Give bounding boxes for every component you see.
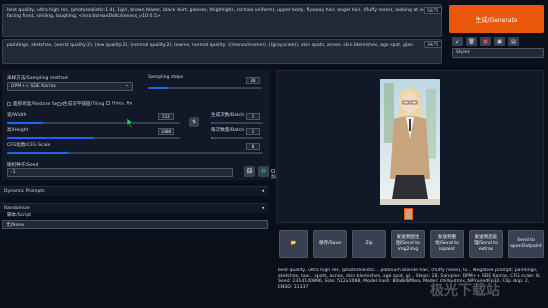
sampling-steps-fill: [148, 87, 169, 89]
sampling-steps-label: Sampling steps: [148, 75, 184, 80]
send-to-inpaint-button[interactable]: 发送到重绘/Send to inpaint: [430, 230, 464, 258]
dynamic-prompts-label: Dynamic Prompts: [4, 189, 45, 194]
send-to-img2img-button[interactable]: 发送到图生图/Send to img2img: [391, 230, 425, 258]
batch-count-fill: [211, 122, 213, 124]
checkbox-box: [106, 101, 110, 105]
hires-fix-label: Hires. fix: [112, 101, 133, 107]
folder-icon: 📂: [290, 241, 297, 246]
swap-icon: ⇅: [192, 119, 196, 125]
save-button[interactable]: 保存/Save: [313, 230, 347, 258]
generate-button[interactable]: 生成/Generate: [449, 5, 544, 33]
width-label: 宽/Width: [7, 113, 27, 118]
cfg-scale-fill: [7, 152, 69, 154]
zip-button[interactable]: Zip: [352, 230, 386, 258]
restore-faces-checkbox[interactable]: 面部修复/Restore faces: [7, 101, 64, 107]
batch-count-slider[interactable]: [211, 122, 263, 124]
sampling-steps-input[interactable]: 28: [246, 77, 260, 84]
prompt-token-counter: 56/75: [424, 7, 442, 14]
extra-networks-icon[interactable]: ■: [480, 37, 491, 46]
extra-networks-glyph: ■: [483, 38, 488, 45]
portrait-illustration: [380, 79, 440, 205]
swap-dimensions-button[interactable]: ⇅: [189, 117, 199, 127]
hires-fix-checkbox[interactable]: Hires. fix: [106, 101, 132, 107]
batch-size-input[interactable]: 1: [246, 128, 260, 135]
batch-size-fill: [211, 137, 213, 139]
height-label: 高/Height: [7, 128, 29, 133]
script-select[interactable]: 无/None: [2, 220, 268, 229]
width-input[interactable]: 512: [158, 113, 174, 120]
sampling-method-select[interactable]: DPM++ SDE Karras ⌄: [7, 82, 133, 91]
triangle-left-icon: ◂: [261, 189, 264, 194]
trash-icon[interactable]: 🗑: [466, 37, 477, 46]
tiling-label: 生成可平铺图/Tiling: [63, 102, 105, 107]
script-label: 脚本/Script: [7, 213, 32, 218]
save-style-icon[interactable]: ▤: [508, 37, 519, 46]
batch-count-input[interactable]: 1: [246, 113, 260, 120]
cfg-scale-slider[interactable]: [7, 152, 263, 154]
cfg-scale-label: CFG指数/CFG Scale: [7, 143, 51, 148]
checkbox-box: [271, 169, 275, 173]
gallery-thumbnail[interactable]: [404, 208, 413, 220]
negative-prompt-token-counter: 39/75: [424, 41, 442, 48]
send-to-extras-button[interactable]: 发送到后处理/Send to extras: [469, 230, 503, 258]
checkbox-box: [57, 101, 61, 106]
prompt-textarea[interactable]: best quality, ultra high res, (photoreal…: [2, 4, 442, 37]
generated-image[interactable]: [380, 79, 440, 205]
read-params-icon[interactable]: ↙: [452, 37, 463, 46]
sampling-steps-slider[interactable]: [148, 87, 262, 89]
cfg-scale-input[interactable]: 8: [246, 143, 260, 150]
prompt-text: best quality, ultra high res, (photoreal…: [7, 8, 437, 19]
styles-dropdown[interactable]: Styles: [452, 48, 544, 58]
batch-count-label: 生成次数/Batch c: [211, 113, 249, 118]
batch-size-slider[interactable]: [211, 137, 263, 139]
tiling-checkbox[interactable]: 生成可平铺图/Tiling: [57, 101, 104, 107]
triangle-left-icon: ◂: [261, 206, 264, 211]
height-fill: [7, 137, 94, 139]
negative-prompt-textarea[interactable]: paintings, sketches, (worst quality:2), …: [2, 39, 442, 64]
negative-prompt-text: paintings, sketches, (worst quality:2), …: [7, 43, 413, 48]
randomize-label: Randomize: [4, 206, 30, 211]
sampling-method-value: DPM++ SDE Karras: [11, 84, 56, 89]
send-to-openoutpaint-button[interactable]: Send to openOutpaint: [508, 230, 544, 258]
script-value: 无/None: [6, 223, 25, 228]
width-slider[interactable]: [7, 122, 180, 124]
watermark-text: 极光下载站: [430, 280, 500, 300]
generation-info: best quality, ultra high res, (photoreal…: [278, 268, 541, 290]
dynamic-prompts-accordion[interactable]: Dynamic Prompts ◂: [0, 186, 268, 196]
open-folder-button[interactable]: 📂: [279, 230, 308, 258]
width-fill: [7, 122, 44, 124]
height-input[interactable]: 1088: [158, 128, 174, 135]
watermark-label: 极光下载站: [430, 283, 500, 299]
randomize-accordion[interactable]: Randomize ◂: [0, 203, 268, 213]
seed-value: -1: [11, 170, 16, 175]
paste-style-icon[interactable]: ▣: [494, 37, 505, 46]
sampling-method-label: 采样方法/Sampling method: [7, 76, 68, 81]
dice-icon[interactable]: ⚄: [244, 166, 255, 177]
chevron-down-icon: ⌄: [125, 83, 129, 88]
mouse-cursor-icon: [126, 117, 135, 130]
checkbox-box: [7, 101, 11, 106]
height-slider[interactable]: [7, 137, 180, 139]
batch-size-label: 每次数量/Batch s: [211, 128, 248, 133]
seed-input[interactable]: -1: [7, 168, 233, 177]
recycle-icon[interactable]: ♻: [258, 166, 269, 177]
styles-label: Styles: [456, 50, 470, 55]
